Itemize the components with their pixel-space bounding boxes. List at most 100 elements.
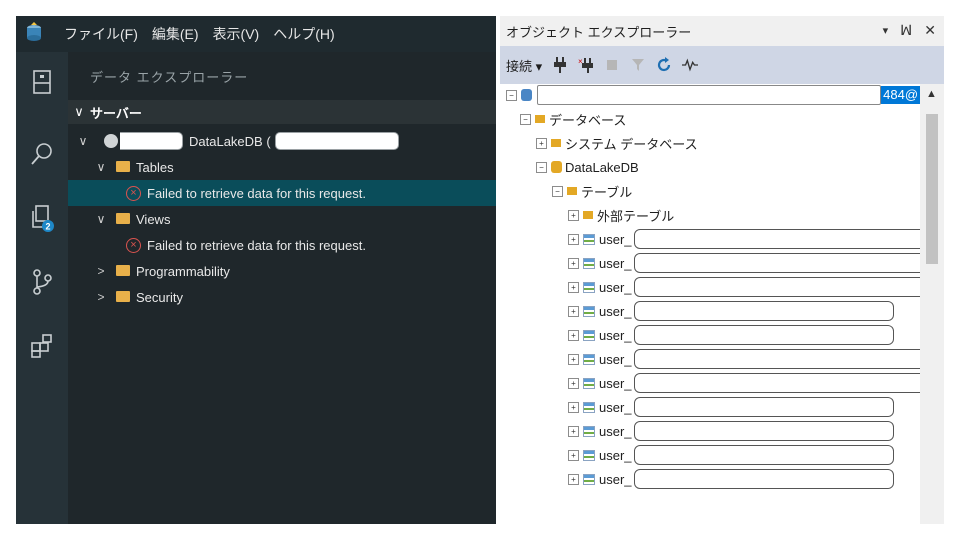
vertical-scrollbar[interactable]: ▲ [920,84,944,524]
expand-icon: + [568,209,579,221]
table-node[interactable]: + user_ [568,348,926,370]
chevron-down-icon: ∨ [74,104,84,119]
views-error-row[interactable]: × Failed to retrieve data for this reque… [68,232,496,258]
server-label: DataLakeDB ( [189,133,271,149]
table-prefix: user_ [599,447,632,463]
table-icon [583,449,595,461]
table-node[interactable]: + user_ [568,468,894,490]
redacted-table-name [633,373,926,393]
activity-bar: 2 [16,52,68,524]
refresh-icon[interactable] [656,57,672,73]
object-explorer-tree: − 484@ − データベース + システム データベース − DataLake… [500,84,926,524]
views-label: Views [136,211,171,227]
expand-icon: + [568,233,579,245]
table-prefix: user_ [599,423,632,439]
redacted-table-name [633,301,894,321]
scroll-up-icon[interactable]: ▲ [926,88,937,100]
scrollbar-thumb[interactable] [926,114,938,264]
table-icon [583,257,595,269]
tables-node[interactable]: ∨ Tables [68,154,496,180]
source-control-icon[interactable] [26,266,58,298]
expand-icon: + [568,305,579,317]
menu-view[interactable]: 表示(V) [213,24,260,44]
dropdown-icon[interactable]: ▾ [883,24,889,39]
table-node[interactable]: + user_ [568,276,926,298]
server-name-suffix: 484@ [881,86,921,104]
collapse-icon: − [520,113,531,125]
views-node[interactable]: ∨ Views [68,206,496,232]
folder-icon [535,115,545,123]
datalakedb-label: DataLakeDB [565,159,639,175]
table-prefix: user_ [599,279,632,295]
table-prefix: user_ [599,471,632,487]
menu-help[interactable]: ヘルプ(H) [273,24,334,44]
redacted-server-name [120,132,183,150]
error-message: Failed to retrieve data for this request… [147,237,366,253]
extensions-icon[interactable] [26,330,58,362]
explorer-icon[interactable]: 2 [26,202,58,234]
table-icon [583,425,595,437]
search-icon[interactable] [26,138,58,170]
expand-icon: + [568,281,579,293]
activity-monitor-icon[interactable] [682,57,699,73]
connect-button[interactable]: 接続 ▾ [506,56,542,75]
expand-icon: + [568,425,579,437]
table-icon [583,473,595,485]
stop-icon[interactable] [604,57,620,73]
title-bar: ファイル(F) 編集(E) 表示(V) ヘルプ(H) [16,16,496,52]
server-node[interactable]: ∨ DataLakeDB ( [68,128,496,154]
redacted-connection-info [274,132,399,150]
servers-section-header[interactable]: ∨ サーバー [68,100,496,124]
programmability-node[interactable]: > Programmability [68,258,496,284]
external-tables-label: 外部テーブル [597,208,675,224]
expand-icon: + [568,473,579,485]
redacted-table-name [633,277,926,297]
security-node[interactable]: > Security [68,284,496,310]
external-tables-node[interactable]: + 外部テーブル [568,204,674,226]
table-icon [583,305,595,317]
collapse-icon: − [536,161,547,173]
close-icon[interactable]: ✕ [924,22,936,39]
table-node[interactable]: + user_ [568,300,894,322]
table-node[interactable]: + user_ [568,324,894,346]
disconnect-icon[interactable]: × [578,57,594,73]
server-icon [104,134,118,148]
expand-icon: + [568,329,579,341]
table-icon [583,281,595,293]
menu-file[interactable]: ファイル(F) [64,24,138,44]
chevron-down-icon: ∨ [96,212,106,226]
table-node[interactable]: + user_ [568,396,894,418]
server-root-node[interactable]: − 484@ [506,84,921,106]
title-controls: ▾ ꟽ ✕ [883,22,936,39]
menu-bar: ファイル(F) 編集(E) 表示(V) ヘルプ(H) [64,16,335,52]
collapse-icon: − [552,185,563,197]
pin-icon[interactable]: ꟽ [900,22,912,39]
datalakedb-node[interactable]: − DataLakeDB [536,156,639,178]
filter-icon[interactable] [630,57,646,73]
table-prefix: user_ [599,399,632,415]
redacted-server-name [536,85,882,105]
expand-icon: + [568,257,579,269]
table-node[interactable]: + user_ [568,252,926,274]
redacted-table-name [633,469,894,489]
menu-edit[interactable]: 編集(E) [152,24,199,44]
servers-icon[interactable] [26,66,58,98]
table-node[interactable]: + user_ [568,372,926,394]
object-explorer-window: オブジェクト エクスプローラー ▾ ꟽ ✕ 接続 ▾ × − 484@ − デー… [500,16,944,524]
tables-error-row[interactable]: × Failed to retrieve data for this reque… [68,180,496,206]
security-label: Security [136,289,183,305]
table-node[interactable]: + user_ [568,228,926,250]
database-icon [551,161,562,173]
tables-node[interactable]: − テーブル [552,180,632,202]
connect-plug-icon[interactable] [552,57,568,73]
system-databases-node[interactable]: + システム データベース [536,132,698,154]
table-node[interactable]: + user_ [568,444,894,466]
error-message: Failed to retrieve data for this request… [147,185,366,201]
table-prefix: user_ [599,231,632,247]
chevron-right-icon: > [97,290,105,304]
programmability-label: Programmability [136,263,230,279]
table-icon [583,353,595,365]
databases-node[interactable]: − データベース [520,108,626,130]
folder-icon [551,139,561,147]
table-node[interactable]: + user_ [568,420,894,442]
